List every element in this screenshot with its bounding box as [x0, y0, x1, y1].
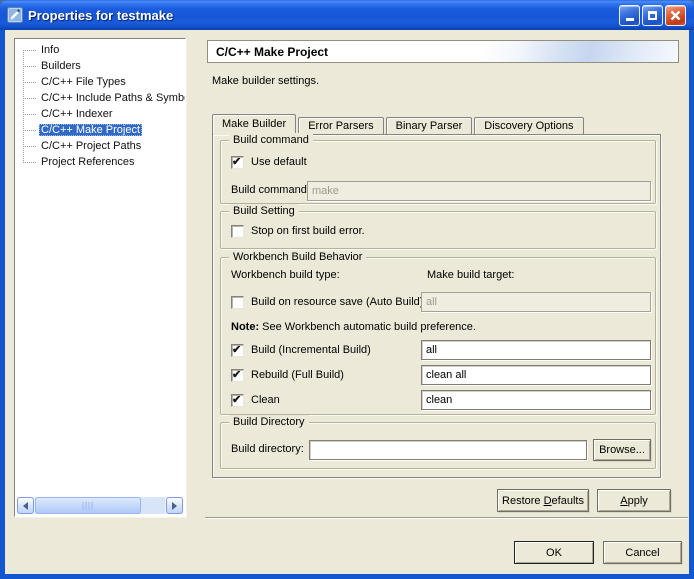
stop-on-first-error-label[interactable]: Stop on first build error. — [251, 225, 365, 237]
page-title: C/C++ Make Project — [216, 45, 328, 59]
incremental-build-checkbox[interactable] — [231, 344, 244, 357]
clean-target-input[interactable] — [421, 390, 651, 410]
browse-button[interactable]: Browse... — [593, 439, 651, 461]
clean-checkbox[interactable] — [231, 394, 244, 407]
apply-label: Apply — [620, 495, 648, 507]
close-icon — [670, 10, 681, 21]
properties-pencil-icon — [7, 7, 23, 23]
tab-error-parsers[interactable]: Error Parsers — [298, 117, 383, 134]
sidebar-item-project-references[interactable]: Project References — [15, 154, 185, 170]
incremental-build-label[interactable]: Build (Incremental Build) — [251, 344, 371, 356]
tab-make-builder[interactable]: Make Builder — [212, 114, 296, 134]
build-directory-legend: Build Directory — [229, 415, 309, 430]
use-default-checkbox[interactable] — [231, 156, 244, 169]
auto-build-target-input — [421, 292, 651, 312]
make-build-target-label: Make build target: — [427, 269, 514, 281]
apply-button[interactable]: Apply — [597, 489, 671, 512]
page-description: Make builder settings. — [212, 75, 319, 87]
scroll-right-arrow-icon — [172, 502, 177, 510]
note-prefix: Note: — [231, 321, 259, 333]
auto-build-checkbox[interactable] — [231, 296, 244, 309]
cancel-button[interactable]: Cancel — [603, 541, 682, 564]
restore-defaults-button[interactable]: Restore Defaults — [497, 489, 589, 512]
scroll-left-arrow-icon — [23, 502, 28, 510]
scroll-right-button[interactable] — [166, 497, 183, 514]
sidebar-item-indexer[interactable]: C/C++ Indexer — [15, 106, 185, 122]
stop-on-first-error-checkbox[interactable] — [231, 225, 244, 238]
workbench-build-type-label: Workbench build type: — [231, 269, 340, 281]
build-setting-legend: Build Setting — [229, 204, 299, 219]
sidebar-item-info[interactable]: Info — [15, 42, 185, 58]
build-directory-label: Build directory: — [231, 443, 304, 455]
scrollbar-track[interactable] — [35, 497, 165, 514]
build-command-input — [307, 181, 651, 201]
close-button[interactable] — [665, 5, 686, 26]
auto-build-label[interactable]: Build on resource save (Auto Build) — [251, 296, 423, 308]
properties-tree-panel: Info Builders C/C++ File Types C/C++ Inc… — [14, 38, 186, 517]
scrollbar-thumb[interactable] — [35, 497, 141, 514]
sidebar-item-builders[interactable]: Builders — [15, 58, 185, 74]
tab-discovery-options[interactable]: Discovery Options — [474, 117, 583, 134]
workbench-legend: Workbench Build Behavior — [229, 250, 366, 265]
ok-button[interactable]: OK — [514, 541, 594, 564]
page-header-banner: C/C++ Make Project — [207, 40, 679, 63]
titlebar: Properties for testmake — [0, 0, 694, 30]
tab-bar: Make Builder Error Parsers Binary Parser… — [212, 114, 586, 134]
note-text: See Workbench automatic build preference… — [259, 321, 476, 333]
build-setting-group: Build Setting Stop on first build error. — [220, 211, 656, 249]
build-directory-group: Build Directory Build directory: Browse.… — [220, 422, 656, 469]
restore-defaults-label: Restore Defaults — [502, 495, 584, 507]
build-directory-input[interactable] — [309, 440, 587, 460]
minimize-icon — [626, 18, 634, 21]
use-default-label[interactable]: Use default — [251, 156, 307, 168]
workbench-build-behavior-group: Workbench Build Behavior Workbench build… — [220, 257, 656, 415]
full-build-target-input[interactable] — [421, 365, 651, 385]
button-separator — [205, 517, 688, 519]
properties-dialog: Properties for testmake Info Builders C/… — [0, 0, 694, 579]
note-line: Note: See Workbench automatic build pref… — [231, 321, 476, 333]
dialog-client-area: Info Builders C/C++ File Types C/C++ Inc… — [5, 30, 689, 574]
cancel-label: Cancel — [625, 547, 659, 559]
sidebar-item-include-paths[interactable]: C/C++ Include Paths & Symbo — [15, 90, 185, 106]
window-title: Properties for testmake — [28, 8, 619, 23]
sidebar-item-make-project[interactable]: C/C++ Make Project — [15, 122, 185, 138]
full-build-checkbox[interactable] — [231, 369, 244, 382]
sidebar-item-project-paths[interactable]: C/C++ Project Paths — [15, 138, 185, 154]
scrollbar-grip-icon — [83, 502, 94, 510]
build-command-legend: Build command — [229, 133, 313, 148]
tree-horizontal-scrollbar[interactable] — [17, 497, 183, 514]
build-command-group: Build command Use default Build command: — [220, 140, 656, 204]
full-build-label[interactable]: Rebuild (Full Build) — [251, 369, 344, 381]
sidebar-item-file-types[interactable]: C/C++ File Types — [15, 74, 185, 90]
clean-label[interactable]: Clean — [251, 394, 280, 406]
build-command-label: Build command: — [231, 184, 310, 196]
ok-label: OK — [546, 547, 562, 559]
scroll-left-button[interactable] — [17, 497, 34, 514]
minimize-button[interactable] — [619, 5, 640, 26]
incremental-build-target-input[interactable] — [421, 340, 651, 360]
tab-binary-parser[interactable]: Binary Parser — [386, 117, 473, 134]
maximize-icon — [648, 11, 657, 20]
maximize-button[interactable] — [642, 5, 663, 26]
